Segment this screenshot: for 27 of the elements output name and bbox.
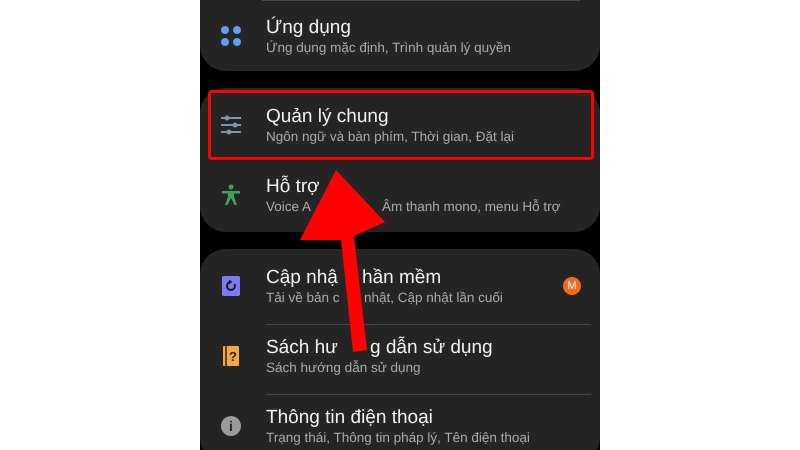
- item-title: g dẫn sử dụng: [370, 337, 493, 359]
- sliders-icon: [220, 114, 242, 136]
- refresh-icon: [220, 275, 242, 297]
- person-icon: [220, 184, 242, 206]
- item-title: hần mềm: [362, 266, 442, 288]
- settings-item[interactable]: i Thông tin điện thoại Trạng thái, Thông tin pháp lý, Tên điện thoại: [208, 391, 594, 450]
- item-subtitle: nhật, Cập nhật lần cuối: [364, 288, 503, 306]
- item-subtitle: Trạng thái, Thông tin pháp lý, Tên điện thoại: [266, 429, 530, 446]
- item-subtitle: Ngôn ngữ và bàn phím, Thời gian, Đặt lại: [266, 128, 514, 144]
- item-subtitle: Voice A: [266, 198, 312, 214]
- item-title: Ứng dụng: [266, 16, 351, 38]
- item-title: Hỗ trợ: [266, 176, 320, 198]
- settings-item[interactable]: Hỗ trợ Voice A Âm thanh mono, menu Hỗ trợ: [208, 160, 594, 230]
- help-book-icon: ?: [220, 345, 242, 367]
- apps-icon: [220, 25, 242, 47]
- item-title: Thông tin điện thoại: [266, 407, 433, 429]
- notification-badge: M: [563, 277, 581, 295]
- item-title: Sách hư: [266, 337, 338, 359]
- settings-item[interactable]: Ứng dụng Ứng dụng mặc định, Trình quản lý quyền: [208, 1, 594, 71]
- highlighted-settings-item[interactable]: Quản lý chung Ngôn ngữ và bàn phím, Thời gian, Đặt lại: [208, 90, 594, 160]
- item-subtitle: Ứng dụng mặc định, Trình quản lý quyền: [266, 38, 511, 56]
- item-subtitle: Âm thanh mono, menu Hỗ trợ: [382, 198, 560, 214]
- item-title: Quản lý chung: [266, 106, 389, 128]
- item-subtitle: Sách hướng dẫn sử dụng: [266, 359, 421, 376]
- info-icon: i: [220, 415, 242, 437]
- item-subtitle: Tải về bản c: [266, 288, 340, 306]
- item-title: Cập nhậ: [266, 266, 338, 288]
